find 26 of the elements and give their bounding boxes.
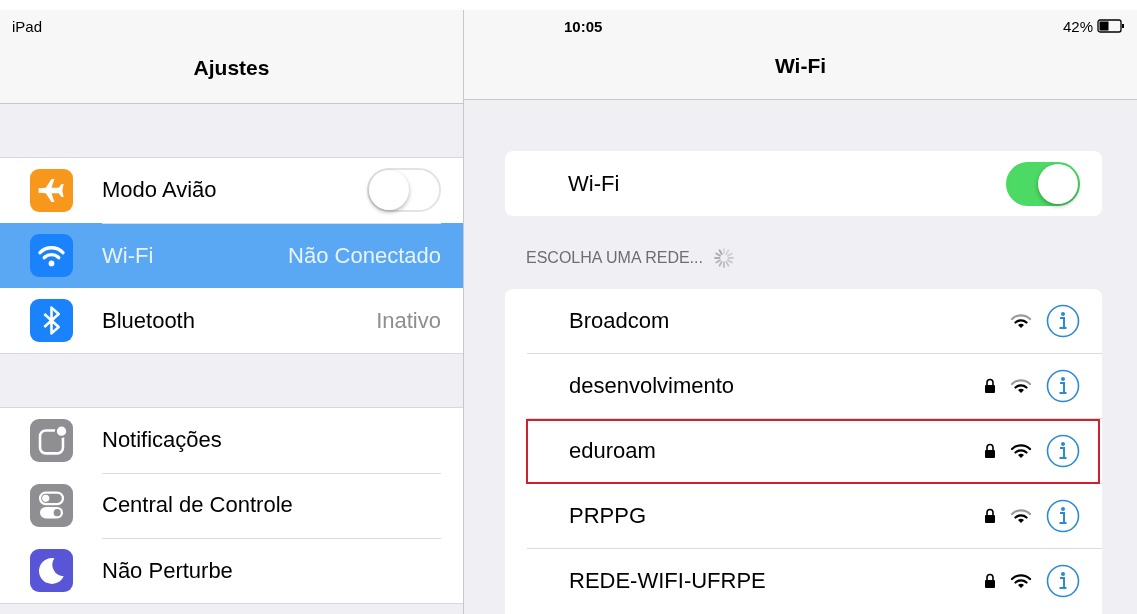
wifi-signal-icon — [1010, 443, 1032, 459]
info-button[interactable] — [1046, 304, 1080, 338]
info-button[interactable] — [1046, 434, 1080, 468]
network-row[interactable]: PRPPG — [527, 483, 1102, 550]
airplane-toggle[interactable] — [367, 168, 441, 212]
network-row[interactable]: Broadcom — [527, 288, 1102, 355]
info-button[interactable] — [1046, 369, 1080, 403]
info-button[interactable] — [1046, 564, 1080, 599]
network-row[interactable]: REDE-WIFI-UFRPE — [527, 549, 1102, 614]
section-header: ESCOLHA UMA REDE... — [526, 248, 703, 267]
settings-title: Ajustes — [193, 55, 270, 80]
wifi-toggle[interactable] — [1006, 161, 1080, 206]
network-row[interactable]: desenvolvimento — [527, 353, 1102, 420]
network-row[interactable]: eduroam — [527, 418, 1102, 485]
status-time: 10:05 — [564, 17, 603, 35]
wifi-signal-icon — [1010, 313, 1032, 329]
wifi-label: Wi-Fi — [568, 170, 621, 197]
spinner-icon — [712, 246, 735, 269]
wifi-title: Wi-Fi — [774, 53, 827, 78]
wifi-signal-icon — [1010, 378, 1032, 394]
wifi-signal-icon — [1010, 508, 1032, 524]
device-name: iPad — [12, 17, 43, 35]
wifi-signal-icon — [1010, 573, 1032, 590]
info-button[interactable] — [1046, 499, 1080, 533]
battery-icon — [1097, 19, 1125, 33]
battery-percent: 42% — [1062, 17, 1093, 35]
